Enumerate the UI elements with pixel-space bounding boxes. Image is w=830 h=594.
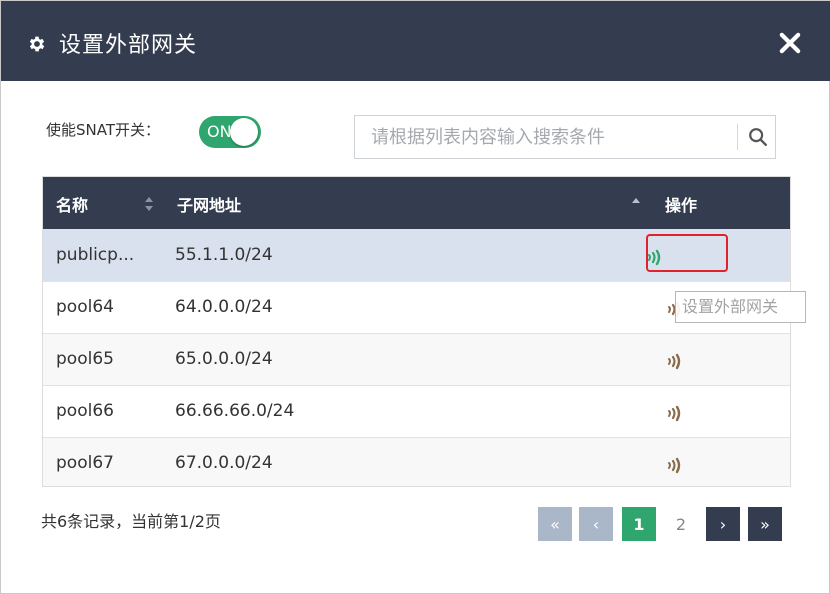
cell-subnet: 55.1.1.0/24 <box>175 245 273 265</box>
cell-name: pool65 <box>56 349 114 369</box>
cell-subnet: 65.0.0.0/24 <box>175 349 273 369</box>
last-page-button[interactable]: » <box>748 507 782 541</box>
set-gateway-icon[interactable] <box>665 350 687 372</box>
cell-name: pool67 <box>56 453 114 473</box>
table-row[interactable]: pool65 65.0.0.0/24 <box>43 333 790 385</box>
set-external-gateway-dialog: 设置外部网关 使能SNAT开关： ON 名称 子网地址 操作 <box>0 0 830 594</box>
action-highlight-box <box>646 234 728 272</box>
toggle-knob <box>230 118 258 146</box>
action-tooltip: 设置外部网关 <box>675 291 806 323</box>
page-1-button[interactable]: 1 <box>622 507 656 541</box>
close-icon[interactable] <box>776 29 804 57</box>
set-gateway-icon[interactable] <box>665 402 687 424</box>
sort-ascending-icon[interactable] <box>631 196 641 212</box>
column-header-action: 操作 <box>665 196 698 215</box>
snat-switch-label: 使能SNAT开关： <box>46 121 161 139</box>
set-gateway-icon[interactable] <box>665 454 687 476</box>
subnet-table: 名称 子网地址 操作 publicp... 55.1.1.0/24 pool64… <box>42 176 791 487</box>
record-info: 共6条记录，当前第1/2页 <box>41 512 221 531</box>
search-divider <box>737 124 738 150</box>
page-2-button[interactable]: 2 <box>664 507 698 541</box>
search-icon[interactable] <box>747 126 769 148</box>
cell-subnet: 66.66.66.0/24 <box>175 401 295 421</box>
table-header: 名称 子网地址 操作 <box>43 177 790 229</box>
column-header-name[interactable]: 名称 <box>56 192 88 216</box>
cell-subnet: 64.0.0.0/24 <box>175 297 273 317</box>
cell-name: pool64 <box>56 297 114 317</box>
sort-both-icon[interactable] <box>144 196 154 212</box>
gear-icon <box>29 36 45 52</box>
table-row[interactable]: pool67 67.0.0.0/24 <box>43 437 790 486</box>
next-page-button[interactable]: › <box>706 507 740 541</box>
search-box <box>354 115 776 159</box>
cell-name: pool66 <box>56 401 114 421</box>
column-header-subnet[interactable]: 子网地址 <box>177 192 241 216</box>
first-page-button[interactable]: « <box>538 507 572 541</box>
prev-page-button[interactable]: ‹ <box>579 507 613 541</box>
cell-name: publicp... <box>56 245 135 265</box>
search-input[interactable] <box>355 116 737 158</box>
cell-subnet: 67.0.0.0/24 <box>175 453 273 473</box>
dialog-titlebar: 设置外部网关 <box>1 1 830 81</box>
toggle-state-text: ON <box>207 122 232 141</box>
dialog-title: 设置外部网关 <box>59 33 198 58</box>
snat-toggle[interactable]: ON <box>199 116 261 148</box>
table-row[interactable]: pool66 66.66.66.0/24 <box>43 385 790 437</box>
